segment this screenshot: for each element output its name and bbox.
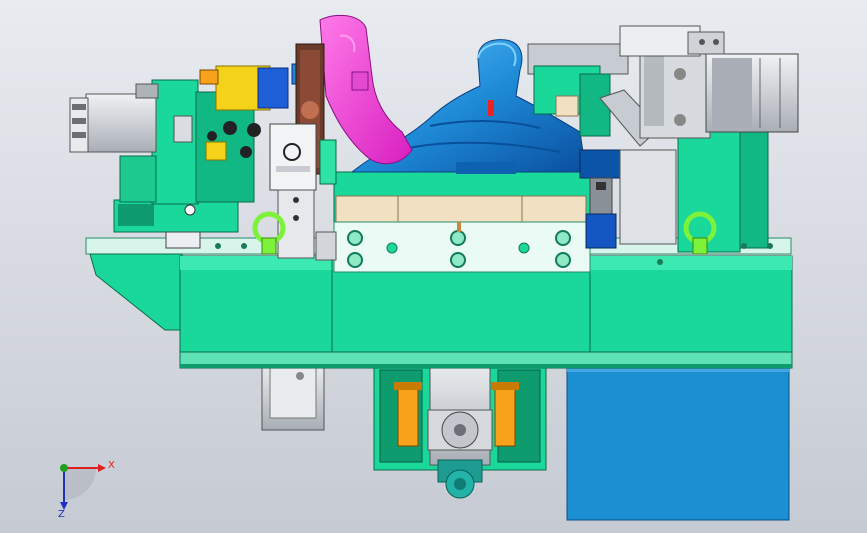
cad-graphics-area[interactable]: X Z <box>0 0 867 533</box>
cad-model-view[interactable]: X Z <box>0 0 867 533</box>
y-axis-origin-icon <box>60 464 68 472</box>
blue-electrical-box[interactable] <box>566 361 790 521</box>
left-stop-block[interactable] <box>165 231 201 249</box>
right-shaft-bearing[interactable] <box>579 149 677 249</box>
z-axis-label: Z <box>58 509 65 520</box>
x-axis-label: X <box>108 460 115 471</box>
center-locating-block[interactable] <box>333 171 591 273</box>
